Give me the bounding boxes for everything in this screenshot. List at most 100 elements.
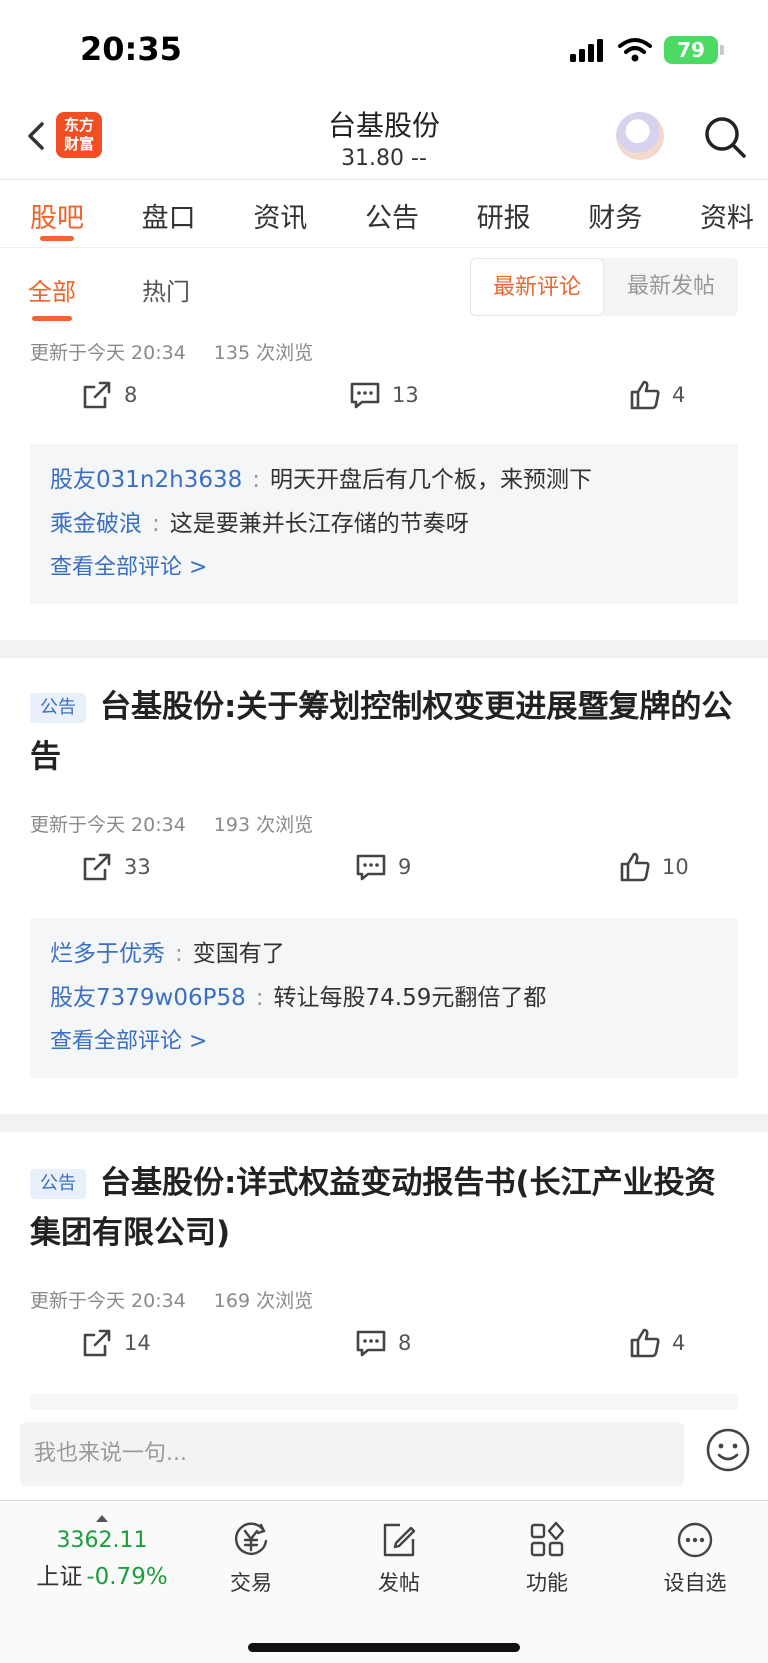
nav-functions[interactable]: 功能 — [492, 1519, 602, 1597]
comment-separator: : — [152, 511, 160, 537]
post-card[interactable]: 更新于今天 20:34 135 次浏览 8 13 4 股友031n2h3638: 明… — [0, 334, 768, 644]
index-value: 3362.11 — [56, 1528, 148, 1553]
share-button[interactable]: 8 — [80, 378, 137, 412]
comment-text: 变国有了 — [192, 941, 285, 967]
tab-profile[interactable]: 资料 — [700, 180, 754, 247]
comment-button[interactable]: 9 — [354, 850, 411, 884]
comment-count: 8 — [398, 1331, 412, 1355]
post-card[interactable]: 公告 台基股份:关于筹划控制权变更进展暨复牌的公告 更新于今天 20:34 193 … — [0, 682, 768, 1094]
like-count: 4 — [672, 383, 686, 407]
like-button[interactable]: 4 — [628, 378, 685, 412]
nav-label: 交易 — [230, 1571, 272, 1595]
post-update-time: 更新于今天 20:34 — [30, 1290, 186, 1312]
sort-latest-post-button[interactable]: 最新发帖 — [604, 258, 738, 316]
post-update-time: 更新于今天 20:34 — [30, 342, 186, 364]
share-button[interactable]: 33 — [80, 850, 151, 884]
apps-grid-icon — [530, 1521, 565, 1557]
robot-avatar-icon[interactable] — [616, 112, 664, 160]
tab-pankou[interactable]: 盘口 — [142, 180, 196, 247]
thumbs-up-icon — [630, 380, 660, 410]
post-title[interactable]: 公告 台基股份:详式权益变动报告书(长江产业投资集团有限公司) — [30, 1158, 740, 1258]
nav-post[interactable]: 发帖 — [344, 1519, 454, 1597]
comment-user[interactable]: 烂多于优秀 — [50, 941, 165, 967]
comment-count: 13 — [392, 383, 419, 407]
post-title-text: 台基股份:关于筹划控制权变更进展暨复牌的公告 — [30, 689, 733, 775]
main-tabs: 股吧 盘口 资讯 公告 研报 财务 资料 — [0, 180, 768, 248]
announcement-badge: 公告 — [30, 693, 86, 723]
nav-add-watchlist[interactable]: 设自选 — [640, 1519, 750, 1597]
battery-indicator: 79 — [664, 36, 724, 64]
subtab-all[interactable]: 全部 — [28, 272, 76, 321]
comment-user[interactable]: 乘金破浪 — [50, 511, 142, 537]
comment-text: 这是要兼并长江存储的节奏呀 — [169, 511, 469, 537]
comment-item: 烂多于优秀: 变国有了 — [50, 932, 718, 976]
like-count: 10 — [662, 855, 689, 879]
share-count: 14 — [124, 1331, 151, 1355]
cellular-signal-icon — [570, 39, 603, 62]
comment-icon — [356, 854, 386, 881]
stock-header: 东方 财富 台基股份 31.80 -- — [0, 100, 768, 180]
share-icon — [83, 1329, 111, 1357]
home-indicator — [248, 1643, 520, 1652]
comment-user[interactable]: 股友031n2h3638 — [50, 467, 242, 493]
tab-announcements[interactable]: 公告 — [365, 180, 419, 247]
view-all-comments-link[interactable]: 查看全部评论 > — [50, 1020, 718, 1064]
thumbs-up-icon — [630, 1328, 660, 1358]
sort-toggle: 最新评论 最新发帖 — [470, 258, 738, 316]
comment-button[interactable]: 8 — [354, 1326, 411, 1360]
share-button[interactable]: 14 — [80, 1326, 151, 1360]
comment-input[interactable]: 我也来说一句... — [20, 1422, 684, 1486]
nav-label: 设自选 — [663, 1571, 727, 1595]
section-divider — [0, 1114, 768, 1132]
comment-input-bar: 我也来说一句... — [0, 1410, 768, 1500]
comments-preview: 烂多于优秀: 变国有了 股友7379w06P58: 转让每股74.59元翻倍了都 查… — [30, 918, 738, 1078]
post-title[interactable]: 公告 台基股份:关于筹划控制权变更进展暨复牌的公告 — [30, 682, 740, 782]
tab-finance[interactable]: 财务 — [588, 180, 642, 247]
post-views: 193 次浏览 — [213, 814, 314, 836]
comment-separator: : — [252, 467, 260, 493]
comment-text: 转让每股74.59元翻倍了都 — [273, 985, 547, 1011]
index-name: 上证 — [36, 1564, 83, 1590]
battery-level: 79 — [677, 38, 705, 62]
post-title-text: 台基股份:详式权益变动报告书(长江产业投资集团有限公司) — [30, 1165, 716, 1251]
like-button[interactable]: 10 — [618, 850, 689, 884]
trade-yen-icon — [234, 1522, 268, 1555]
emoji-icon[interactable] — [704, 1426, 752, 1474]
post-meta: 更新于今天 20:34 169 次浏览 — [30, 1286, 313, 1313]
thumbs-up-icon — [620, 852, 650, 882]
post-meta: 更新于今天 20:34 193 次浏览 — [30, 810, 313, 837]
subtab-hot[interactable]: 热门 — [142, 272, 190, 307]
post-meta: 更新于今天 20:34 135 次浏览 — [30, 338, 313, 365]
post-card[interactable]: 公告 台基股份:详式权益变动报告书(长江产业投资集团有限公司) 更新于今天 20:… — [0, 1158, 768, 1410]
market-index-widget[interactable]: 3362.11 上证 -0.79% — [22, 1515, 182, 1591]
tab-news[interactable]: 资讯 — [253, 180, 307, 247]
comment-item: 股友031n2h3638: 明天开盘后有几个板，来预测下 — [50, 458, 718, 502]
post-actions: 8 13 4 — [0, 378, 768, 418]
tab-research[interactable]: 研报 — [477, 180, 531, 247]
search-icon[interactable] — [700, 112, 750, 162]
bottom-navigation: 3362.11 上证 -0.79% 交易 发帖 功能 设自选 — [0, 1500, 768, 1663]
nav-label: 发帖 — [378, 1571, 420, 1595]
edit-post-icon — [383, 1523, 416, 1557]
comment-text: 明天开盘后有几个板，来预测下 — [269, 467, 592, 493]
section-divider — [0, 640, 768, 658]
more-dots-icon — [677, 1522, 713, 1558]
caret-up-icon — [96, 1515, 108, 1522]
comment-separator: : — [175, 941, 183, 967]
share-icon — [83, 853, 111, 881]
view-all-comments-link[interactable]: 查看全部评论 > — [50, 546, 718, 590]
like-button[interactable]: 4 — [628, 1326, 685, 1360]
like-count: 4 — [672, 1331, 686, 1355]
post-views: 135 次浏览 — [213, 342, 314, 364]
comment-item: 乘金破浪: 这是要兼并长江存储的节奏呀 — [50, 502, 718, 546]
comment-icon — [356, 1330, 386, 1357]
share-count: 33 — [124, 855, 151, 879]
sort-latest-comment-button[interactable]: 最新评论 — [470, 258, 604, 316]
comment-item: 股友7379w06P58: 转让每股74.59元翻倍了都 — [50, 976, 718, 1020]
tab-guba[interactable]: 股吧 — [30, 180, 84, 247]
comment-user[interactable]: 股友7379w06P58 — [50, 985, 246, 1011]
nav-trade[interactable]: 交易 — [196, 1519, 306, 1597]
status-icons: 79 — [570, 36, 724, 64]
announcement-badge: 公告 — [30, 1169, 86, 1199]
comment-button[interactable]: 13 — [348, 378, 419, 412]
